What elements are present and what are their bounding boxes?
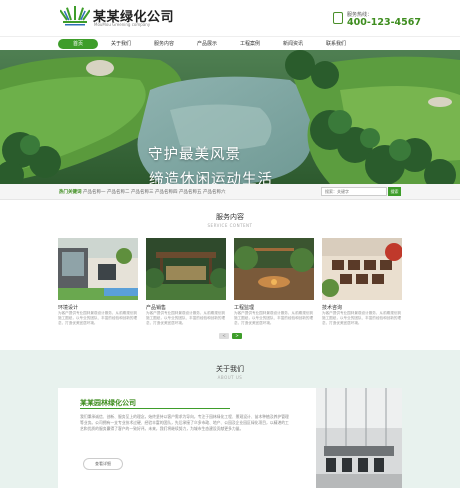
keyword-heading: 热门关键词 (59, 190, 82, 195)
logo-subtitle: MouMou Greening company (94, 22, 151, 27)
nav-item-home[interactable]: 首页 (58, 39, 98, 49)
service-card[interactable]: 环境设计 为客户提供专业园林景观设计服务，从前期规划到施工图纸，以专业的团队、丰… (58, 238, 138, 330)
modern-house-image (58, 238, 138, 300)
phone-icon (333, 12, 343, 24)
keyword-link[interactable]: 产品名称四 (155, 189, 178, 195)
service-card[interactable]: 工程监理 为客户提供专业园林景观设计服务，从前期规划到施工图纸，以专业的团队、丰… (234, 238, 314, 330)
service-card-text: 为客户提供专业园林景观设计服务，从前期规划到施工图纸，以专业的团队、丰富的经验和… (58, 311, 138, 325)
about-divider (80, 408, 230, 409)
keyword-link[interactable]: 产品名称六 (203, 189, 226, 195)
hotline-number: 400-123-4567 (347, 17, 421, 28)
service-card-text: 为客户提供专业园林景观设计服务，从前期规划到施工图纸，以专业的团队、丰富的经验和… (146, 311, 226, 325)
nav-item-news[interactable]: 新闻资讯 (273, 39, 313, 49)
about-title: 关于我们 (216, 365, 244, 373)
garden-pavilion-image (146, 238, 226, 300)
about-subtitle: ABOUT US (217, 375, 243, 380)
keyword-link[interactable]: 产品名称一 (83, 189, 106, 195)
service-card-title: 技术咨询 (322, 305, 343, 311)
banner-slogan-1: 守护最美风景 (148, 147, 241, 163)
hero-banner: 守护最美风景 缔造休闲运动生活 (0, 50, 460, 184)
main-nav: 首页 关于我们 服务内容 产品展示 工程案例 新闻资讯 联系我们 (0, 36, 460, 50)
search-input[interactable] (321, 187, 387, 196)
prev-page-button[interactable]: < (219, 333, 229, 339)
service-card-title: 产品销售 (146, 305, 167, 311)
rooftop-deck-image (322, 238, 402, 300)
nav-item-about[interactable]: 关于我们 (101, 39, 141, 49)
nav-item-products[interactable]: 产品展示 (187, 39, 227, 49)
nav-item-cases[interactable]: 工程案例 (230, 39, 270, 49)
banner-slogan-2: 缔造休闲运动生活 (149, 172, 273, 184)
search-button[interactable]: 搜索 (388, 187, 401, 196)
services-subtitle: SERVICE CONTENT (207, 223, 253, 228)
office-interior-image (316, 388, 402, 488)
next-page-button[interactable]: > (232, 333, 242, 339)
keyword-link[interactable]: 产品名称五 (179, 189, 202, 195)
keyword-link[interactable]: 产品名称三 (131, 189, 154, 195)
patio-garden-image (234, 238, 314, 300)
services-title: 服务内容 (216, 213, 244, 221)
nav-item-services[interactable]: 服务内容 (144, 39, 184, 49)
header: 某某绿化公司 MouMou Greening company 服务热线： 400… (0, 0, 460, 36)
about-description: 我们秉承诚信、创新、服务至上的理念，始终坚持以客户需求为导向，专注于园林绿化工程… (80, 414, 289, 431)
tree-logo-icon[interactable] (60, 6, 90, 28)
view-details-button[interactable]: 查看详细 (83, 458, 123, 470)
service-card[interactable]: 技术咨询 为客户提供专业园林景观设计服务，从前期规划到施工图纸，以专业的团队、丰… (322, 238, 402, 330)
service-card-title: 环境设计 (58, 305, 79, 311)
service-card[interactable]: 产品销售 为客户提供专业园林景观设计服务，从前期规划到施工图纸，以专业的团队、丰… (146, 238, 226, 330)
about-company-name: 某某园林绿化公司 (80, 399, 136, 407)
service-card-title: 工程监理 (234, 305, 255, 311)
service-card-text: 为客户提供专业园林景观设计服务，从前期规划到施工图纸，以专业的团队、丰富的经验和… (322, 311, 402, 325)
service-card-text: 为客户提供专业园林景观设计服务，从前期规划到施工图纸，以专业的团队、丰富的经验和… (234, 311, 314, 325)
keyword-link[interactable]: 产品名称二 (107, 189, 130, 195)
nav-item-contact[interactable]: 联系我们 (316, 39, 356, 49)
